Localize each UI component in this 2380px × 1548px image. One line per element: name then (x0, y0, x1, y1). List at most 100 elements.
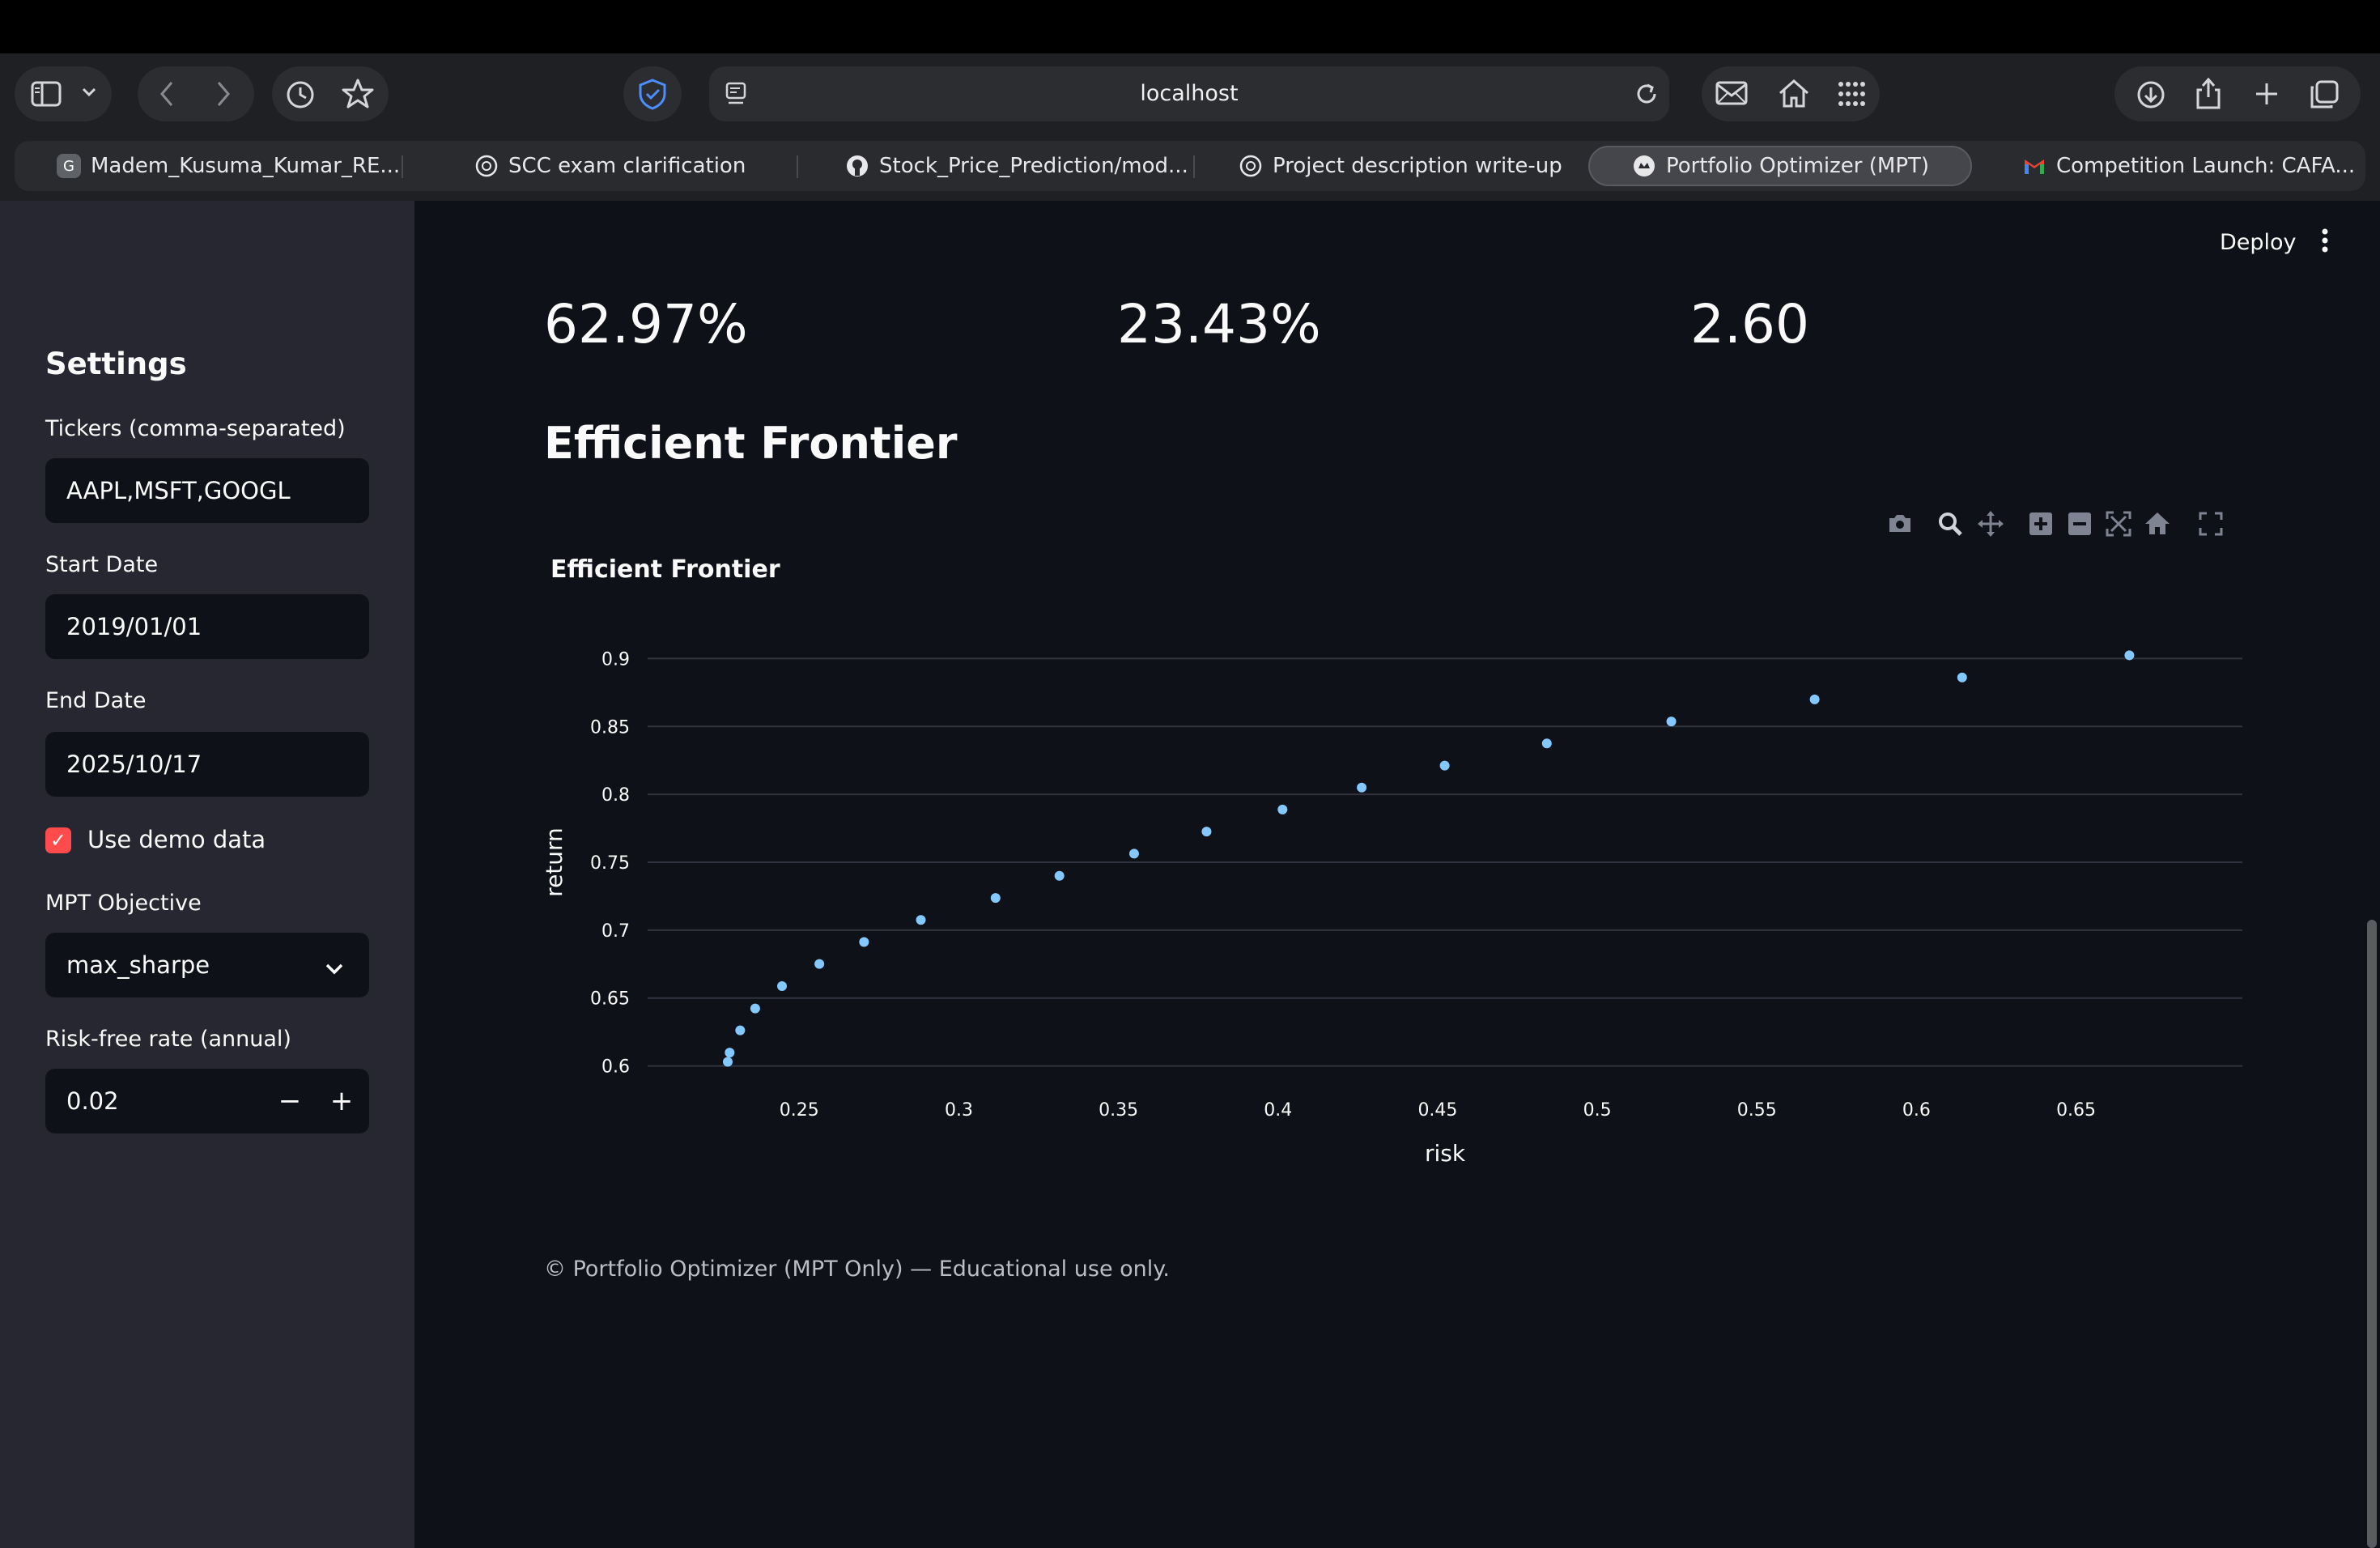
zoom-icon[interactable] (1936, 510, 1964, 538)
x-tick-label: 0.4 (1264, 1100, 1292, 1121)
chevron-down-icon[interactable] (81, 86, 97, 99)
data-point (1277, 804, 1288, 814)
address-bar[interactable]: localhost (709, 66, 1669, 121)
tab-label: Project description write-up (1273, 154, 1562, 178)
chatgpt-icon (1239, 154, 1263, 178)
end-date-value: 2025/10/17 (66, 751, 202, 778)
fullscreen-icon[interactable] (2197, 510, 2225, 538)
y-tick-label: 0.65 (590, 989, 630, 1010)
forward-arrow-icon[interactable] (212, 79, 233, 108)
data-point (777, 980, 788, 991)
y-axis-label: return (541, 827, 567, 897)
scrollbar[interactable] (2367, 920, 2377, 1548)
section-heading: Efficient Frontier (544, 418, 958, 469)
tab-divider (1193, 155, 1195, 178)
metric-sharpe-ratio: 2.60 (1690, 293, 1809, 355)
data-point (814, 959, 825, 969)
frontier-points (722, 650, 2135, 1067)
tab-project-description[interactable]: Project description write-up (1239, 146, 1562, 186)
risk-free-label: Risk-free rate (annual) (45, 1027, 291, 1052)
metric-volatility: 23.43% (1117, 293, 1321, 355)
data-point (1357, 782, 1367, 793)
data-point (1201, 827, 1212, 837)
y-tick-label: 0.9 (601, 649, 630, 670)
objective-label: MPT Objective (45, 891, 202, 916)
gmail-icon (2022, 154, 2046, 178)
sidebar-title: Settings (45, 347, 187, 381)
y-tick-label: 0.75 (590, 853, 630, 874)
tab-resume[interactable]: G Madem_Kusuma_Kumar_RE... (57, 146, 400, 186)
x-tick-label: 0.65 (2056, 1100, 2096, 1121)
share-icon[interactable] (2194, 76, 2223, 110)
data-point (722, 1057, 733, 1067)
history-clock-icon[interactable] (285, 79, 316, 110)
y-tick-label: 0.8 (601, 785, 630, 806)
shield-button[interactable] (623, 66, 682, 121)
new-tab-plus-icon[interactable] (2254, 81, 2280, 107)
main-menu-icon[interactable] (2320, 227, 2330, 262)
browser-actions-group (2114, 66, 2361, 121)
data-point (916, 915, 926, 925)
decrement-button[interactable]: − (264, 1069, 316, 1133)
end-date-input[interactable]: 2025/10/17 (45, 732, 369, 797)
g-favicon-icon: G (57, 154, 81, 178)
reload-icon[interactable] (1634, 81, 1660, 107)
x-axis-label: risk (1425, 1140, 1466, 1167)
download-icon[interactable] (2136, 79, 2166, 110)
github-icon (845, 154, 869, 178)
deploy-button[interactable]: Deploy (2220, 230, 2297, 255)
increment-button[interactable]: + (316, 1069, 368, 1133)
data-point (990, 893, 1001, 904)
data-point (725, 1048, 735, 1058)
tab-label: SCC exam clarification (508, 154, 746, 178)
autoscale-icon[interactable] (2105, 510, 2132, 538)
sidebar-toggle-icon[interactable] (31, 79, 62, 108)
reset-axes-home-icon[interactable] (2144, 510, 2171, 538)
url-text[interactable]: localhost (709, 81, 1669, 106)
browser-toolbar: localhost G Madem_Kusuma_Kumar_RE... SCC… (0, 53, 2380, 201)
tab-scc-exam[interactable]: SCC exam clarification (474, 146, 746, 186)
nav-buttons (138, 66, 254, 121)
bookmark-star-icon[interactable] (342, 78, 374, 110)
apps-grid-icon[interactable] (1838, 81, 1867, 107)
tab-overview-icon[interactable] (2309, 79, 2340, 110)
history-bookmark-group (272, 66, 389, 121)
tab-gmail[interactable]: Competition Launch: CAFA... (2022, 146, 2355, 186)
x-tick-label: 0.3 (945, 1100, 973, 1121)
home-icon[interactable] (1778, 78, 1810, 108)
sidebar: Settings Tickers (comma-separated) AAPL,… (0, 201, 414, 1548)
mail-icon[interactable] (1715, 79, 1749, 107)
risk-free-input[interactable]: 0.02 − + (45, 1069, 369, 1133)
y-axis-ticks: 0.6 0.65 0.7 0.75 0.8 0.85 0.9 (590, 649, 630, 1077)
start-date-label: Start Date (45, 552, 159, 577)
start-date-input[interactable]: 2019/01/01 (45, 594, 369, 659)
zoom-out-icon[interactable] (2066, 510, 2093, 538)
tab-strip: G Madem_Kusuma_Kumar_RE... SCC exam clar… (15, 141, 2365, 191)
tab-label: Portfolio Optimizer (MPT) (1666, 154, 1930, 178)
sidebar-toggle-group[interactable] (15, 66, 112, 121)
end-date-label: End Date (45, 688, 147, 713)
efficient-frontier-chart[interactable]: 0.60.650.70.750.80.850.9 0.25 0.3 0.35 0.4 0… (534, 632, 2267, 1198)
tab-divider (402, 155, 403, 178)
x-tick-label: 0.25 (780, 1100, 819, 1121)
y-tick-label: 0.7 (601, 921, 630, 942)
camera-icon[interactable] (1886, 510, 1914, 538)
metric-expected-return: 62.97% (544, 293, 748, 355)
tab-portfolio-optimizer[interactable]: Portfolio Optimizer (MPT) (1588, 146, 1972, 186)
tickers-value: AAPL,MSFT,GOOGL (66, 477, 291, 504)
tab-github[interactable]: Stock_Price_Prediction/mod... (845, 146, 1188, 186)
pan-icon[interactable] (1977, 510, 2004, 538)
data-point (1128, 848, 1139, 859)
demo-data-label[interactable]: Use demo data (87, 826, 266, 853)
back-arrow-icon[interactable] (157, 79, 178, 108)
zoom-in-icon[interactable] (2027, 510, 2055, 538)
tab-label: Stock_Price_Prediction/mod... (879, 154, 1188, 178)
demo-data-checkbox[interactable]: ✓ (45, 827, 71, 853)
data-point (1666, 717, 1677, 727)
objective-select[interactable]: max_sharpe (45, 933, 369, 997)
tab-divider (797, 155, 798, 178)
x-tick-label: 0.5 (1583, 1100, 1612, 1121)
data-point (2124, 650, 2135, 661)
tab-label: Competition Launch: CAFA... (2056, 154, 2356, 178)
tickers-input[interactable]: AAPL,MSFT,GOOGL (45, 458, 369, 523)
